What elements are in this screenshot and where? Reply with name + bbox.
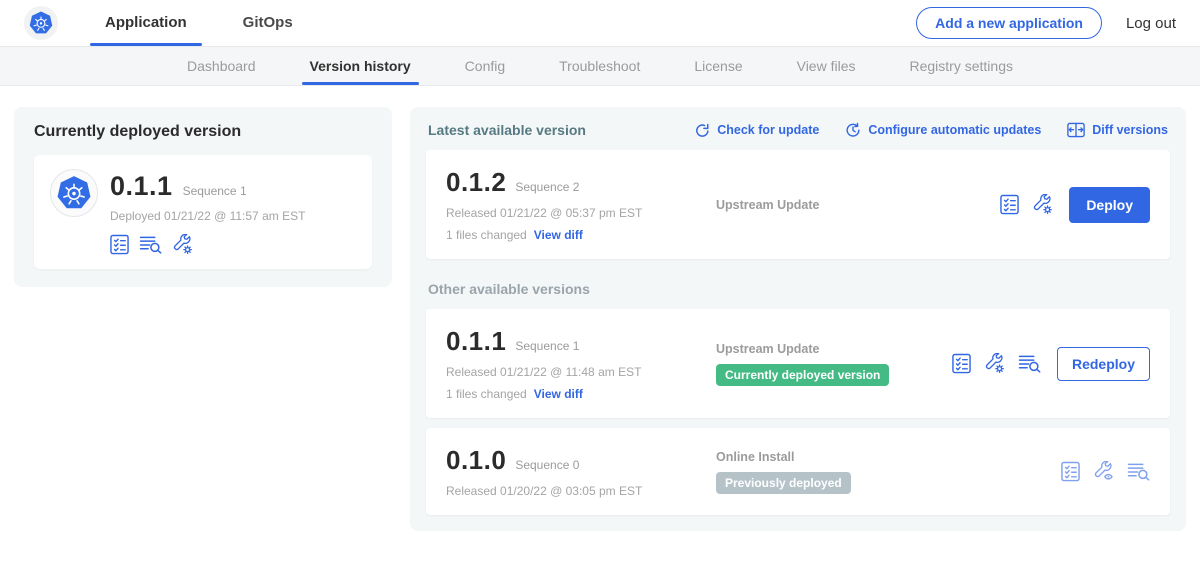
action-link-label: Diff versions — [1092, 123, 1168, 137]
deploy-logs-icon[interactable] — [139, 235, 162, 254]
deployed-version-card: 0.1.1 Sequence 1 Deployed 01/21/22 @ 11:… — [34, 155, 372, 269]
auto-update-icon — [845, 122, 861, 138]
tab-config[interactable]: Config — [465, 47, 505, 85]
version-number: 0.1.1 — [446, 326, 506, 357]
latest-version-title: Latest available version — [428, 122, 586, 138]
nav-tab-gitops[interactable]: GitOps — [228, 0, 308, 46]
deploy-logs-icon[interactable] — [1127, 462, 1150, 481]
main-content: Currently deployed version 0.1.1 — [0, 86, 1200, 552]
deployed-version-actions — [110, 234, 305, 255]
version-number: 0.1.1 — [110, 171, 173, 202]
version-row-icons — [952, 353, 1041, 374]
version-number: 0.1.0 — [446, 445, 506, 476]
redeploy-button[interactable]: Redeploy — [1057, 347, 1150, 381]
version-row-icons — [1000, 194, 1053, 215]
release-notes-icon[interactable] — [1061, 461, 1080, 482]
status-badge: Previously deployed — [716, 472, 851, 494]
tab-license[interactable]: License — [694, 47, 742, 85]
view-config-icon[interactable] — [1093, 461, 1114, 482]
top-nav: Application GitOps Add a new application… — [0, 0, 1200, 46]
deploy-button[interactable]: Deploy — [1069, 187, 1150, 223]
configure-automatic-updates-link[interactable]: Configure automatic updates — [845, 122, 1041, 138]
kubernetes-logo-icon — [24, 6, 58, 40]
nav-tab-application[interactable]: Application — [90, 0, 202, 46]
kubernetes-app-icon — [50, 169, 98, 217]
latest-version-header: Latest available version Check for updat… — [426, 120, 1170, 150]
deployed-panel-title: Currently deployed version — [34, 123, 372, 141]
other-versions-title: Other available versions — [426, 259, 1170, 309]
check-for-update-link[interactable]: Check for update — [695, 123, 819, 138]
version-row-0.1.2: 0.1.2 Sequence 2 Released 01/21/22 @ 05:… — [426, 150, 1170, 259]
top-nav-tabs: Application GitOps — [90, 0, 308, 46]
tab-troubleshoot[interactable]: Troubleshoot — [559, 47, 640, 85]
version-actions: Check for update Configure automatic upda… — [695, 122, 1168, 138]
sequence-label: Sequence 0 — [515, 458, 579, 472]
deployed-version-details: 0.1.1 Sequence 1 Deployed 01/21/22 @ 11:… — [110, 169, 305, 255]
release-notes-icon[interactable] — [110, 234, 129, 255]
release-notes-icon[interactable] — [952, 353, 971, 374]
sequence-label: Sequence 1 — [515, 339, 579, 353]
tab-view-files[interactable]: View files — [797, 47, 856, 85]
version-row-icons — [1061, 461, 1150, 482]
tab-dashboard[interactable]: Dashboard — [187, 47, 256, 85]
tab-version-history[interactable]: Version history — [310, 47, 411, 85]
release-notes-icon[interactable] — [1000, 194, 1019, 215]
released-timestamp: Released 01/21/22 @ 11:48 am EST — [446, 365, 698, 379]
status-badge: Currently deployed version — [716, 364, 889, 386]
currently-deployed-panel: Currently deployed version 0.1.1 — [14, 107, 392, 287]
files-changed-label: 1 files changed — [446, 387, 527, 401]
app-subnav: Dashboard Version history Config Troublesho… — [0, 46, 1200, 86]
version-row-0.1.1: 0.1.1 Sequence 1 Released 01/21/22 @ 11:… — [426, 309, 1170, 418]
view-diff-link[interactable]: View diff — [534, 387, 583, 401]
deployed-timestamp: Deployed 01/21/22 @ 11:57 am EST — [110, 209, 305, 223]
released-timestamp: Released 01/21/22 @ 05:37 pm EST — [446, 206, 698, 220]
version-number: 0.1.2 — [446, 167, 506, 198]
view-diff-link[interactable]: View diff — [534, 228, 583, 242]
files-changed-label: 1 files changed — [446, 228, 527, 242]
version-source-label: Upstream Update — [716, 198, 1000, 212]
version-row-0.1.0: 0.1.0 Sequence 0 Released 01/20/22 @ 03:… — [426, 428, 1170, 515]
admin-console: Application GitOps Add a new application… — [0, 0, 1200, 552]
version-source-label: Online Install — [716, 450, 1061, 464]
sequence-label: Sequence 2 — [515, 180, 579, 194]
add-application-button[interactable]: Add a new application — [916, 7, 1102, 39]
sequence-label: Sequence 1 — [183, 184, 247, 198]
top-bar-actions: Add a new application Log out — [916, 7, 1176, 39]
logout-button[interactable]: Log out — [1126, 15, 1176, 32]
edit-config-icon[interactable] — [172, 234, 193, 255]
released-timestamp: Released 01/20/22 @ 03:05 pm EST — [446, 484, 698, 498]
diff-icon — [1067, 122, 1085, 138]
version-history-panel: Latest available version Check for updat… — [410, 107, 1186, 531]
tab-registry-settings[interactable]: Registry settings — [910, 47, 1013, 85]
action-link-label: Configure automatic updates — [868, 123, 1041, 137]
edit-config-icon[interactable] — [984, 353, 1005, 374]
action-link-label: Check for update — [717, 123, 819, 137]
refresh-icon — [695, 123, 710, 138]
diff-versions-link[interactable]: Diff versions — [1067, 122, 1168, 138]
version-source-label: Upstream Update — [716, 342, 952, 356]
edit-config-icon[interactable] — [1032, 194, 1053, 215]
deploy-logs-icon[interactable] — [1018, 354, 1041, 373]
